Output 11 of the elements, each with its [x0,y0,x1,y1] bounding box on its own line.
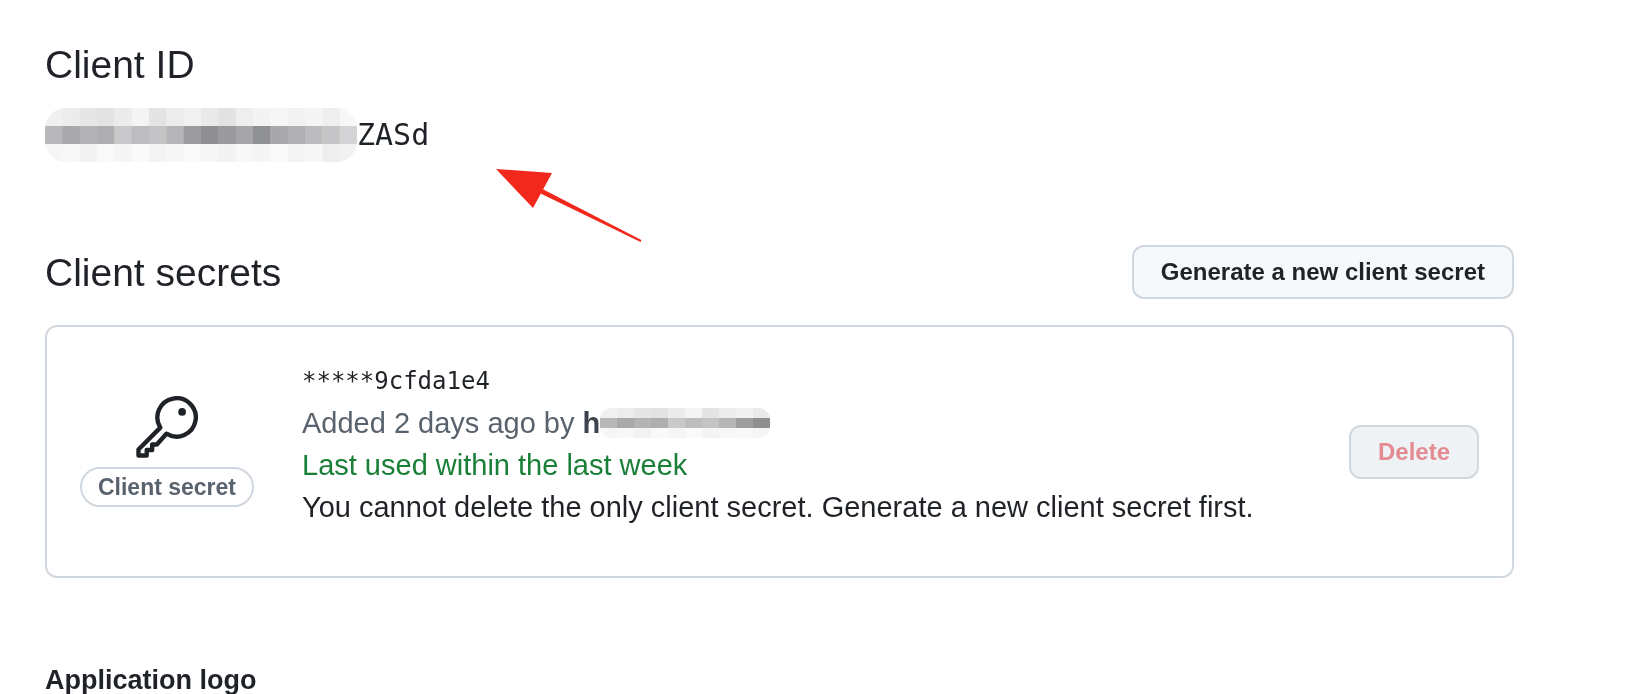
section-heading: Application logo [45,667,257,694]
secret-badge: Client secret [79,467,255,507]
section-heading: Client ID [45,42,195,88]
delete-note-text: You cannot delete the only client secret. Generate a new client secret first. [302,489,1254,525]
last-used-text: Last used within the last week [302,447,688,483]
client-id-value: ZASd [357,116,430,154]
key-icon [136,396,198,458]
generate-secret-button[interactable]: Generate a new client secret [1131,245,1514,299]
added-by-text: Added 2 days ago by h [302,405,601,441]
section-heading: Client secrets [45,249,282,296]
masked-secret-value: *****9cfda1e4 [302,365,490,397]
